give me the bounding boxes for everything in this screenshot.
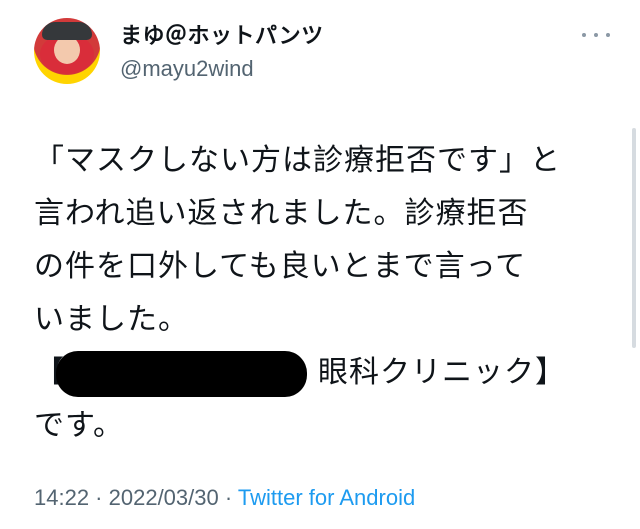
tweet-date[interactable]: 2022/03/30 (109, 485, 219, 510)
meta-separator-2: · (218, 485, 238, 510)
tweet-line-2: 言われ追い返されました。診療拒否 (34, 196, 529, 231)
user-handle[interactable]: @mayu2wind (120, 55, 324, 83)
black-redaction (56, 351, 307, 397)
tweet-line-1: 「マスクしない方は診療拒否です」と (34, 143, 561, 178)
tweet-line-4: いました。 (34, 302, 189, 337)
display-name[interactable]: まゆ＠ホットパンツ (120, 22, 324, 52)
tweet-author[interactable]: まゆ＠ホットパンツ @mayu2wind (120, 22, 324, 83)
more-icon[interactable] (582, 28, 610, 42)
tweet-text: 「マスクしない方は診療拒否です」と 言われ追い返されました。診療拒否 の件を口外… (34, 134, 609, 452)
avatar[interactable] (34, 18, 100, 84)
tweet-line-3: の件を口外しても良いとまで言って (34, 249, 527, 284)
scrollbar[interactable] (632, 128, 636, 348)
meta-separator-1: · (89, 485, 109, 510)
tweet-line-5: 【眼科クリニック】 (34, 346, 609, 399)
more-dot (594, 33, 598, 37)
avatar-hat (42, 22, 92, 40)
tweet-line-6: です。 (34, 408, 124, 443)
tweet-meta: 14:22 · 2022/03/30 · Twitter for Android (34, 483, 415, 513)
tweet-line-5-suffix: 眼科クリニック】 (318, 355, 566, 390)
more-dot (606, 33, 610, 37)
tweet-time[interactable]: 14:22 (34, 485, 89, 510)
avatar-face (54, 36, 80, 64)
more-dot (582, 33, 586, 37)
tweet-source[interactable]: Twitter for Android (238, 485, 415, 510)
